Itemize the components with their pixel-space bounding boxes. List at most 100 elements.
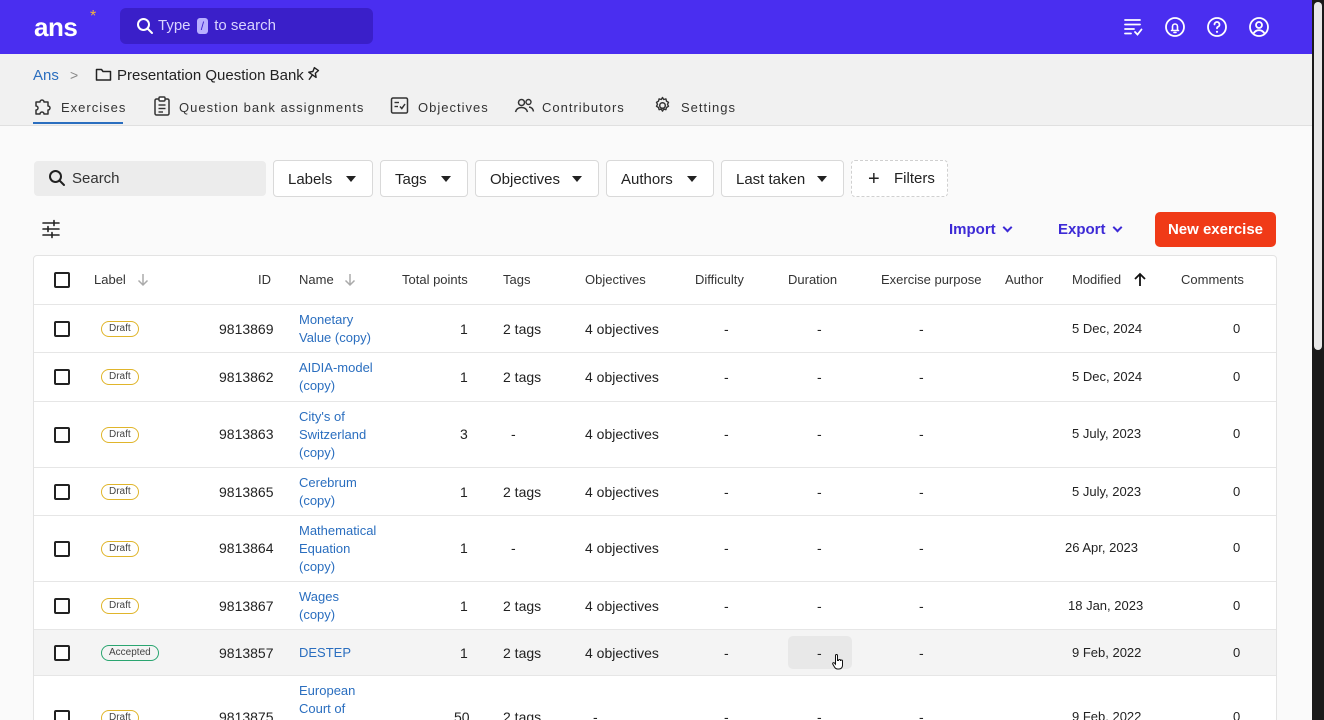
purpose-value: - (919, 598, 924, 614)
comments-count: 0 (1233, 598, 1241, 613)
table-row[interactable]: Draft 9813864 Mathematical Equation (copy)… (34, 515, 1276, 581)
table-row[interactable]: Draft 9813875 European Court of 50 2 tags… (34, 675, 1276, 720)
select-all-checkbox[interactable] (54, 272, 70, 288)
row-checkbox[interactable] (54, 321, 70, 337)
pin-icon[interactable] (305, 66, 321, 83)
ans-logo[interactable]: ans * (34, 8, 96, 43)
column-header-comments[interactable]: Comments (1181, 272, 1244, 287)
exercise-name-link[interactable]: Mathematical Equation (copy) (299, 522, 383, 576)
tags-count[interactable]: 2 tags (503, 484, 541, 500)
exercise-name-link[interactable]: European Court of (299, 682, 383, 718)
column-header-exercise-purpose[interactable]: Exercise purpose (881, 272, 981, 287)
tags-count[interactable]: 2 tags (503, 321, 541, 337)
tags-count[interactable]: 2 tags (503, 645, 541, 661)
exercise-name-link[interactable]: City's of Switzerland (copy) (299, 408, 383, 462)
purpose-value: - (919, 540, 924, 556)
duration-value: - (817, 369, 822, 385)
sort-arrow-up-icon[interactable] (1133, 271, 1147, 288)
objectives-count[interactable]: 4 objectives (585, 598, 659, 614)
import-dropdown-button[interactable]: Import (949, 221, 1013, 238)
row-checkbox[interactable] (54, 645, 70, 661)
comments-count: 0 (1233, 484, 1241, 499)
duration-value: - (817, 645, 822, 661)
column-header-objectives[interactable]: Objectives (585, 272, 646, 287)
status-badge: Accepted (101, 645, 159, 661)
column-header-id[interactable]: ID (258, 272, 271, 287)
status-badge: Draft (101, 541, 139, 557)
new-exercise-button[interactable]: New exercise (1155, 212, 1276, 247)
status-badge: Draft (101, 598, 139, 614)
objectives-count[interactable]: 4 objectives (585, 369, 659, 385)
column-header-label[interactable]: Label (94, 272, 126, 287)
last-taken-filter-dropdown[interactable]: Last taken (721, 160, 844, 197)
labels-filter-dropdown[interactable]: Labels (273, 160, 373, 197)
column-header-tags[interactable]: Tags (503, 272, 530, 287)
row-checkbox[interactable] (54, 541, 70, 557)
objectives-count[interactable]: 4 objectives (585, 321, 659, 337)
tags-count[interactable]: 2 tags (503, 598, 541, 614)
exercise-name-link[interactable]: Monetary Value (copy) (299, 311, 383, 347)
objectives-count[interactable]: 4 objectives (585, 484, 659, 500)
modified-date: 5 July, 2023 (1072, 484, 1142, 499)
exercise-name-link[interactable]: AIDIA-model (copy) (299, 359, 383, 395)
column-header-duration[interactable]: Duration (788, 272, 837, 287)
status-badge: Draft (101, 427, 139, 443)
dropdown-label: Labels (288, 171, 333, 188)
notification-bell-icon[interactable] (1163, 15, 1187, 39)
modified-date: 26 Apr, 2023 (1065, 540, 1139, 555)
exercise-id: 9813875 (219, 709, 274, 720)
duration-value: - (817, 598, 822, 614)
tags-filter-dropdown[interactable]: Tags (380, 160, 468, 197)
column-header-name[interactable]: Name (299, 272, 334, 287)
difficulty-value: - (724, 645, 729, 661)
exercise-id: 9813869 (219, 321, 274, 337)
column-header-difficulty[interactable]: Difficulty (695, 272, 744, 287)
column-header-total-points[interactable]: Total points (402, 272, 468, 287)
sort-arrow-down-icon[interactable] (343, 272, 357, 288)
account-icon[interactable] (1247, 15, 1271, 39)
row-checkbox[interactable] (54, 598, 70, 614)
tags-count[interactable]: 2 tags (503, 709, 541, 720)
search-icon (137, 18, 153, 34)
status-badge: Draft (101, 369, 139, 385)
exercise-name-link[interactable]: Cerebrum (copy) (299, 474, 383, 510)
status-badge: Draft (101, 710, 139, 720)
row-checkbox[interactable] (54, 427, 70, 443)
comments-count: 0 (1233, 369, 1241, 384)
search-icon (49, 170, 65, 186)
exercise-search-input[interactable]: Search (34, 161, 266, 196)
objectives-count[interactable]: 4 objectives (585, 426, 659, 442)
authors-filter-dropdown[interactable]: Authors (606, 160, 714, 197)
breadcrumb-root-link[interactable]: Ans (33, 67, 59, 84)
add-filter-button[interactable]: + Filters (851, 160, 948, 197)
sort-arrow-down-icon[interactable] (136, 272, 150, 288)
table-row[interactable]: Draft 9813867 Wages (copy) 1 2 tags 4 obj… (34, 581, 1276, 629)
objectives-count[interactable]: 4 objectives (585, 540, 659, 556)
row-checkbox[interactable] (54, 710, 70, 720)
list-check-icon[interactable] (1121, 15, 1145, 39)
exercise-name-link[interactable]: Wages (copy) (299, 588, 383, 624)
table-row[interactable]: Draft 9813869 Monetary Value (copy) 1 2 t… (34, 304, 1276, 352)
exercise-id: 9813864 (219, 540, 274, 556)
exercise-name-link[interactable]: DESTEP (299, 644, 383, 662)
table-row[interactable]: Draft 9813863 City's of Switzerland (copy)… (34, 401, 1276, 467)
objectives-filter-dropdown[interactable]: Objectives (475, 160, 599, 197)
exercise-id: 9813865 (219, 484, 274, 500)
objectives-count[interactable]: 4 objectives (585, 645, 659, 661)
column-settings-icon[interactable] (41, 219, 61, 239)
help-icon[interactable] (1205, 15, 1229, 39)
caret-down-icon (346, 176, 356, 182)
row-checkbox[interactable] (54, 484, 70, 500)
row-checkbox[interactable] (54, 369, 70, 385)
table-row[interactable]: Draft 9813865 Cerebrum (copy) 1 2 tags 4 … (34, 467, 1276, 515)
tags-count[interactable]: 2 tags (503, 369, 541, 385)
dropdown-label: Objectives (490, 171, 561, 188)
dropdown-label: Tags (395, 171, 427, 188)
column-header-author[interactable]: Author (1005, 272, 1043, 287)
global-search-input[interactable]: Type / to search (120, 8, 373, 44)
table-row[interactable]: Draft 9813862 AIDIA-model (copy) 1 2 tags… (34, 352, 1276, 401)
column-header-modified[interactable]: Modified (1072, 272, 1121, 287)
page-scrollbar-thumb[interactable] (1314, 2, 1322, 350)
table-row[interactable]: Accepted 9813857 DESTEP 1 2 tags 4 objec… (34, 629, 1276, 675)
export-dropdown-button[interactable]: Export (1058, 221, 1122, 238)
